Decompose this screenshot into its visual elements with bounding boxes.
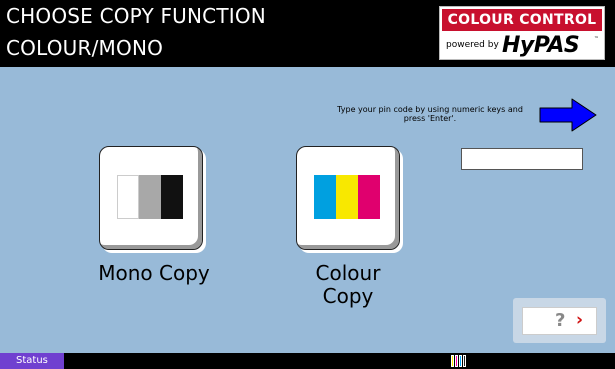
- colour-swatch-yellow: [336, 175, 358, 219]
- pin-instruction: Type your pin code by using numeric keys…: [337, 105, 523, 123]
- colour-copy-label[interactable]: Colour Copy: [296, 262, 400, 308]
- header-bar: CHOOSE COPY FUNCTION COLOUR/MONO COLOUR …: [0, 0, 615, 67]
- colour-copy-button[interactable]: [296, 146, 400, 250]
- enter-arrow-icon[interactable]: [538, 98, 598, 132]
- question-icon: ?: [555, 310, 566, 331]
- page-title: CHOOSE COPY FUNCTION: [6, 4, 266, 28]
- toner-cyan: [459, 355, 462, 367]
- mono-swatch-black: [161, 175, 183, 219]
- toner-level-icon: [451, 355, 467, 367]
- mono-swatch-grey: [139, 175, 161, 219]
- toner-magenta: [455, 355, 458, 367]
- colour-swatch-magenta: [358, 175, 380, 219]
- colour-control-logo: COLOUR CONTROL powered by HyPAS ™: [439, 6, 605, 60]
- page-subtitle: COLOUR/MONO: [6, 36, 164, 60]
- logo-trademark: ™: [594, 36, 599, 42]
- mono-swatch-icon: [117, 175, 183, 219]
- logo-brand: HyPAS: [502, 33, 580, 58]
- help-button[interactable]: ? ›: [513, 298, 606, 343]
- mono-copy-label[interactable]: Mono Copy: [74, 262, 234, 285]
- pin-code-input[interactable]: [461, 148, 583, 170]
- toner-yellow: [451, 355, 454, 367]
- logo-top-text: COLOUR CONTROL: [442, 9, 602, 31]
- logo-powered-by: powered by: [446, 40, 499, 50]
- status-button[interactable]: Status: [0, 353, 64, 369]
- toner-black: [463, 355, 466, 367]
- colour-swatch-icon: [314, 175, 380, 219]
- help-button-face[interactable]: ? ›: [522, 307, 597, 335]
- colour-swatch-cyan: [314, 175, 336, 219]
- chevron-right-icon: ›: [576, 310, 584, 330]
- mono-swatch-white: [117, 175, 139, 219]
- mono-copy-button[interactable]: [99, 146, 203, 250]
- status-bar: Status: [0, 353, 615, 369]
